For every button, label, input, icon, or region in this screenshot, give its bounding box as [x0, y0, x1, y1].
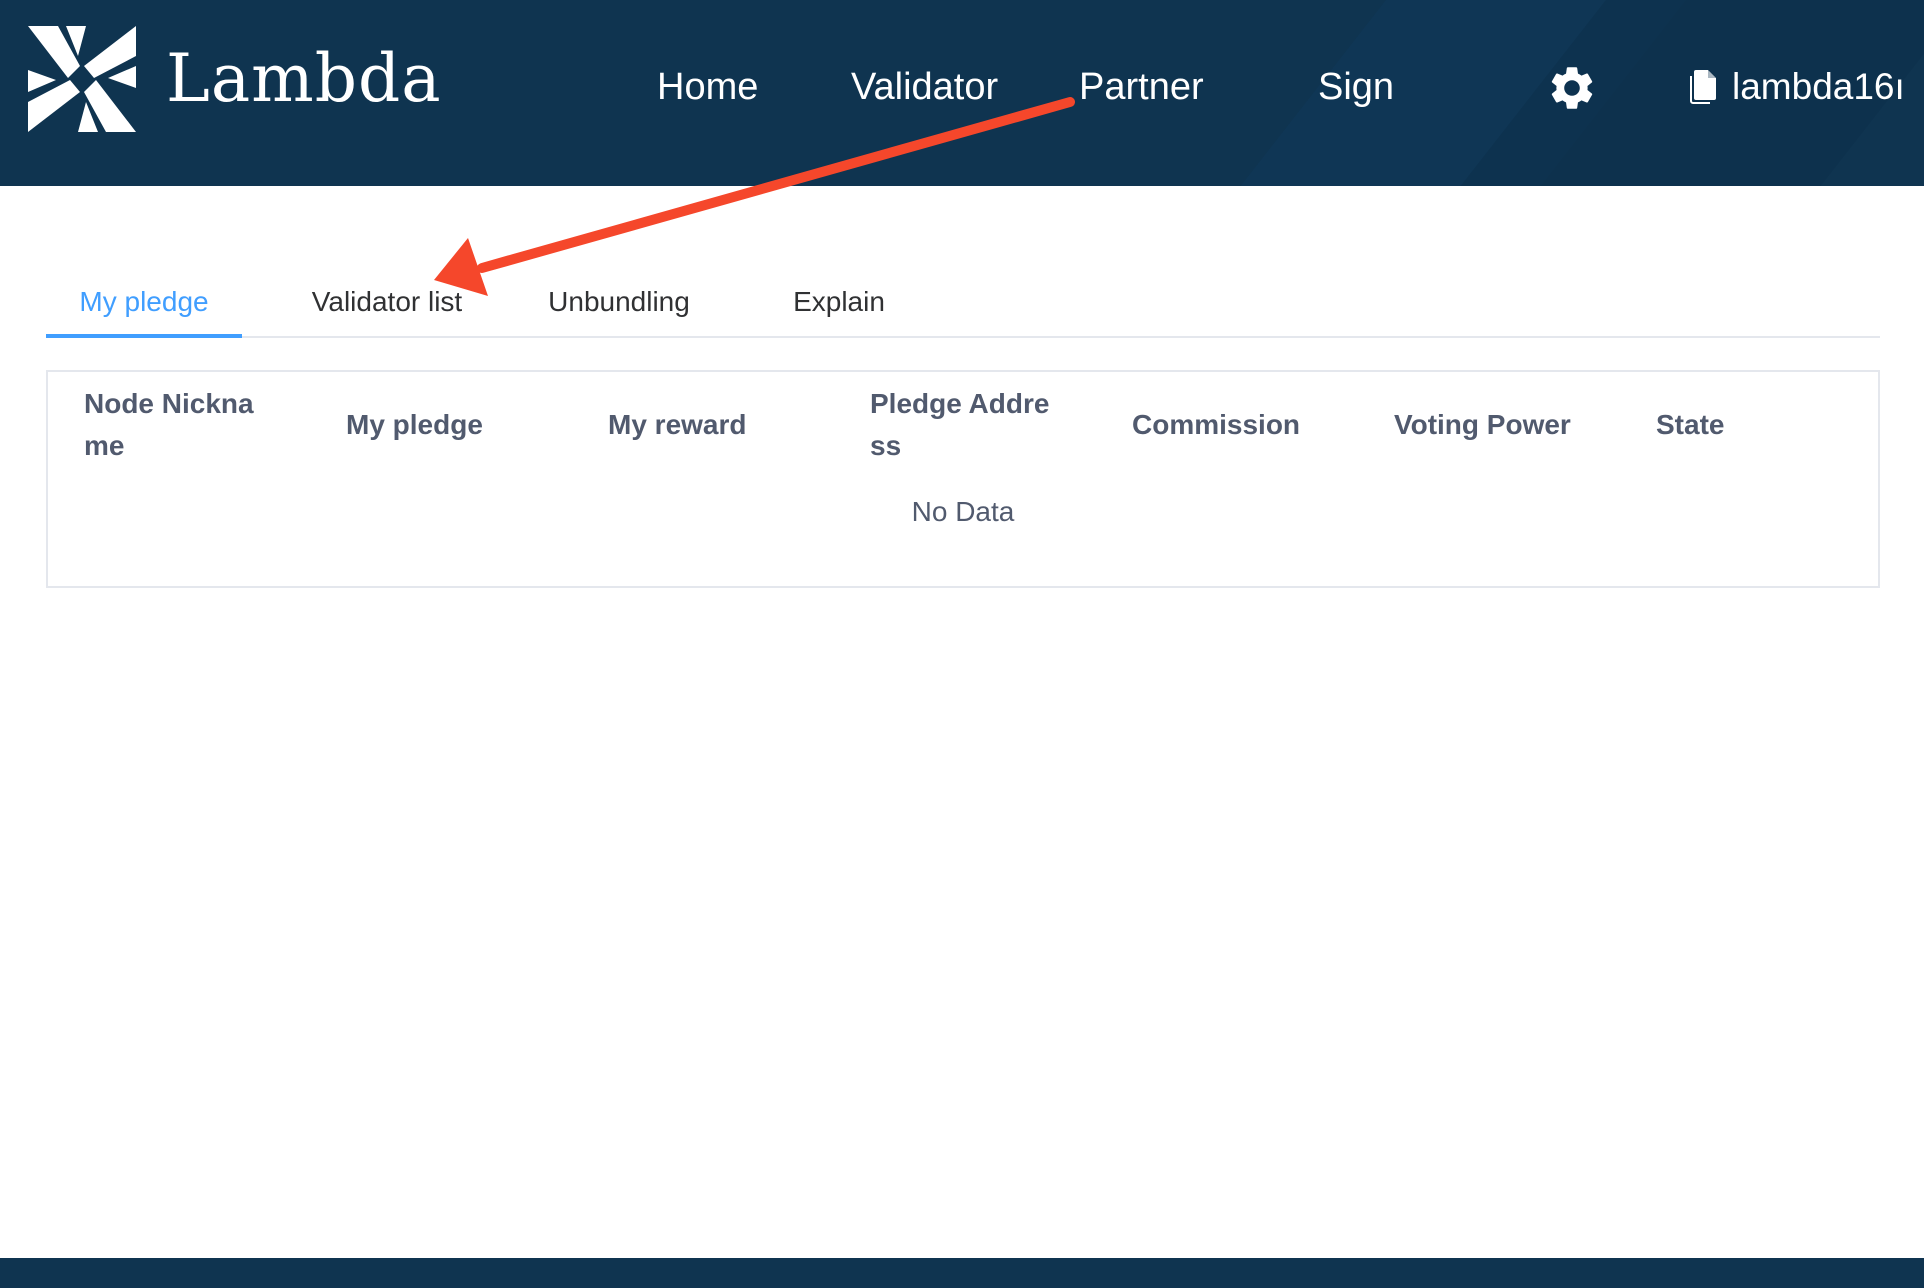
tab-validator-list[interactable]: Validator list: [304, 270, 470, 338]
account-address-text: lambda16ı: [1732, 66, 1905, 107]
pledge-table: Node Nickna me My pledge My reward Pledg…: [46, 370, 1880, 588]
column-header-voting-power[interactable]: Voting Power: [1394, 380, 1614, 470]
column-header-state[interactable]: State: [1656, 380, 1856, 470]
tab-my-pledge[interactable]: My pledge: [46, 270, 242, 338]
pledge-tabs: My pledge Validator list Unbundling Expl…: [46, 270, 1880, 338]
tab-explain[interactable]: Explain: [792, 270, 886, 338]
brand-logo[interactable]: Lambda: [28, 26, 442, 132]
column-header-commission[interactable]: Commission: [1132, 380, 1332, 470]
column-header-text: Pledge Addre: [870, 388, 1050, 419]
document-icon: [1690, 70, 1716, 104]
active-tab-indicator: [46, 334, 242, 338]
column-header-text: me: [84, 430, 125, 461]
account-address[interactable]: lambda16ı: [1690, 64, 1924, 110]
nav-home[interactable]: Home: [657, 64, 758, 110]
column-header-text: ss: [870, 430, 902, 461]
nav-partner[interactable]: Partner: [1079, 64, 1204, 110]
column-header-pledge-address[interactable]: Pledge Addre ss: [870, 380, 1080, 470]
column-header-my-pledge[interactable]: My pledge: [346, 380, 546, 470]
tab-unbundling[interactable]: Unbundling: [544, 270, 694, 338]
lambda-logo-icon: [28, 26, 136, 132]
gear-icon[interactable]: [1546, 62, 1598, 114]
footer-bar: [0, 1258, 1924, 1288]
brand-name: Lambda: [166, 40, 442, 117]
column-header-node-nickname[interactable]: Node Nickna me: [84, 380, 284, 470]
column-header-text: Node Nickna: [84, 388, 254, 419]
empty-table-message: No Data: [911, 496, 1015, 527]
annotation-arrow: [434, 97, 1075, 296]
nav-sign[interactable]: Sign: [1318, 64, 1394, 110]
nav-validator[interactable]: Validator: [851, 64, 998, 110]
top-navbar: Lambda Home Validator Partner Sign lambd…: [0, 0, 1924, 186]
column-header-my-reward[interactable]: My reward: [608, 380, 808, 470]
